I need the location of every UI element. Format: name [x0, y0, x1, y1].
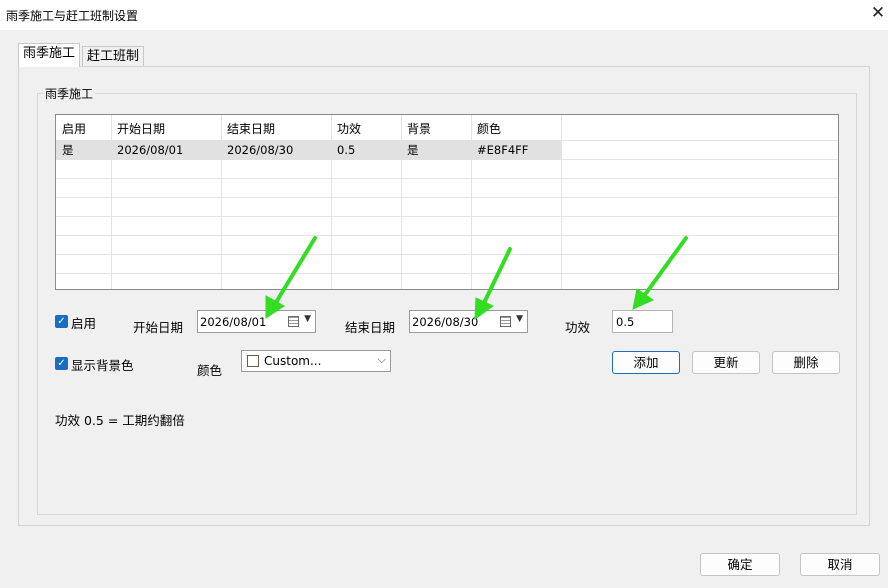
checkmark-icon: ✓ [57, 316, 66, 327]
grid-row-divider [56, 216, 838, 217]
calendar-icon[interactable] [288, 316, 299, 327]
column-header-color[interactable]: 颜色 [471, 119, 501, 139]
table-row[interactable]: 是 2026/08/01 2026/08/30 0.5 是 #E8F4FF [56, 140, 561, 160]
end-date-label: 结束日期 [345, 320, 396, 335]
grid-row-divider [56, 178, 838, 179]
update-button[interactable]: 更新 [692, 351, 760, 374]
table-cell: 2026/08/30 [227, 143, 294, 157]
column-header-start-date[interactable]: 开始日期 [111, 119, 165, 139]
dropdown-arrow-icon[interactable]: ▼ [304, 314, 311, 324]
table-cell: 是 [62, 143, 74, 157]
start-date-label: 开始日期 [133, 320, 184, 335]
efficiency-value: 0.5 [616, 315, 635, 329]
column-header-enabled[interactable]: 启用 [56, 119, 86, 139]
delete-button[interactable]: 删除 [772, 351, 840, 374]
color-select[interactable]: Custom... ⌵ [241, 350, 391, 372]
table-cell: 0.5 [337, 143, 356, 157]
dropdown-arrow-icon[interactable]: ▼ [516, 314, 523, 324]
checkmark-icon: ✓ [57, 358, 66, 369]
tab-overtime-shift[interactable]: 赶工班制 [82, 46, 145, 68]
rainy-season-table[interactable]: 启用 开始日期 结束日期 功效 背景 颜色 是 2026/08/01 2026/… [55, 114, 839, 290]
table-cell: 是 [407, 143, 419, 157]
color-label: 颜色 [197, 363, 223, 378]
window-title: 雨季施工与赶工班制设置 [6, 9, 139, 23]
add-button[interactable]: 添加 [612, 351, 680, 374]
show-bg-color-label: 显示背景色 [71, 358, 134, 373]
column-header-end-date[interactable]: 结束日期 [221, 119, 275, 139]
column-header-background[interactable]: 背景 [401, 119, 431, 139]
grid-row-divider [56, 254, 838, 255]
close-icon[interactable]: ✕ [868, 0, 888, 28]
cancel-button[interactable]: 取消 [800, 553, 880, 576]
end-date-picker[interactable]: 2026/08/30 ▼ [409, 310, 528, 333]
grid-row-divider [56, 273, 838, 274]
table-cell: #E8F4FF [477, 143, 529, 157]
chevron-down-icon[interactable]: ⌵ [378, 353, 386, 367]
color-select-value: Custom... [264, 354, 322, 368]
grid-column-divider [561, 115, 562, 289]
calendar-icon[interactable] [500, 316, 511, 327]
start-date-value: 2026/08/01 [200, 315, 267, 329]
color-swatch [247, 355, 259, 367]
efficiency-label: 功效 [565, 320, 591, 335]
table-header-row: 启用 开始日期 结束日期 功效 背景 颜色 [56, 119, 561, 139]
ok-button[interactable]: 确定 [700, 553, 780, 576]
enable-checkbox[interactable]: ✓ [55, 315, 68, 328]
start-date-picker[interactable]: 2026/08/01 ▼ [197, 310, 316, 333]
show-bg-color-checkbox[interactable]: ✓ [55, 357, 68, 370]
grid-row-divider [56, 197, 838, 198]
efficiency-input[interactable]: 0.5 [612, 310, 673, 333]
title-bar: 雨季施工与赶工班制设置 ✕ [0, 0, 888, 30]
column-header-efficiency[interactable]: 功效 [331, 119, 361, 139]
enable-label: 启用 [71, 316, 97, 331]
table-cell: 2026/08/01 [117, 143, 184, 157]
grid-row-divider [56, 235, 838, 236]
end-date-value: 2026/08/30 [412, 315, 479, 329]
efficiency-note: 功效 0.5 = 工期约翻倍 [55, 413, 185, 428]
tab-rainy-season[interactable]: 雨季施工 [18, 43, 81, 67]
groupbox-title: 雨季施工 [43, 85, 96, 102]
